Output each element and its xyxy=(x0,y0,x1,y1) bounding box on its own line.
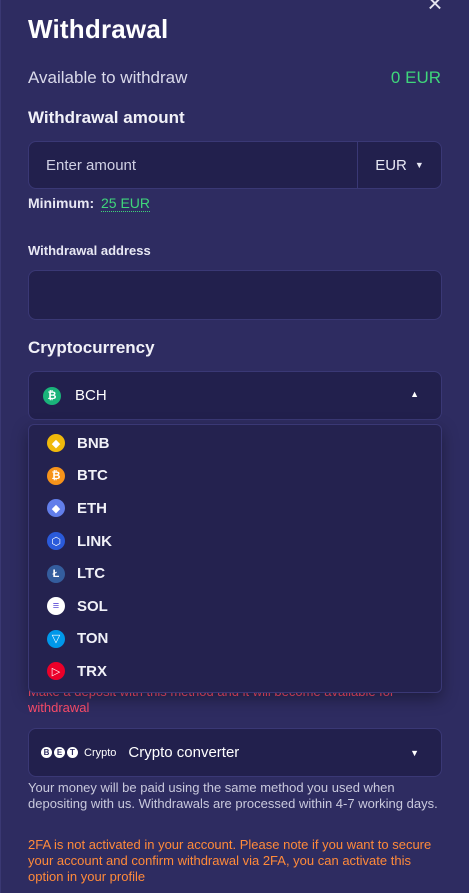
payout-info-text: Your money will be paid using the same m… xyxy=(28,780,438,811)
bch-coin-icon: ₿ xyxy=(43,386,61,405)
crypto-select[interactable]: ₿ BCH ▲ xyxy=(28,371,442,420)
crypto-option-trx[interactable]: ▷ TRX xyxy=(29,655,441,688)
converter-label: Crypto converter xyxy=(128,744,240,761)
btc-coin-icon: ₿ xyxy=(47,466,65,485)
crypto-option-label: LINK xyxy=(77,532,112,550)
crypto-option-label: TRX xyxy=(77,662,107,680)
bnb-coin-icon: ◆ xyxy=(47,434,65,453)
crypto-option-label: ETH xyxy=(77,499,107,517)
currency-value: EUR xyxy=(375,156,407,174)
crypto-option-ltc[interactable]: Ł LTC xyxy=(29,557,441,590)
cryptocurrency-label: Cryptocurrency xyxy=(28,338,155,357)
chevron-down-icon: ▼ xyxy=(410,748,419,758)
brand-word: Crypto xyxy=(84,746,117,759)
chevron-down-icon: ▼ xyxy=(414,160,424,170)
crypto-option-bnb[interactable]: ◆ BNB xyxy=(29,427,441,460)
brand-letter: E xyxy=(54,747,65,758)
crypto-option-eth[interactable]: ◆ ETH xyxy=(29,492,441,525)
ton-coin-icon: ▽ xyxy=(47,629,65,648)
link-coin-icon: ⬡ xyxy=(47,532,65,551)
crypto-option-sol[interactable]: ≡ SOL xyxy=(29,590,441,623)
withdrawal-address-label: Withdrawal address xyxy=(28,243,151,258)
crypto-option-link[interactable]: ⬡ LINK xyxy=(29,525,441,558)
twofa-warning-text: 2FA is not activated in your account. Pl… xyxy=(28,837,432,884)
withdrawal-amount-label: Withdrawal amount xyxy=(28,108,185,127)
chevron-up-icon: ▲ xyxy=(410,389,419,399)
bet-crypto-logo: B E T Crypto xyxy=(41,747,116,759)
crypto-dropdown-list: ◆ BNB ₿ BTC ◆ ETH ⬡ LINK Ł LTC ≡ SOL ▽ TON ▷ TRX xyxy=(28,424,442,693)
address-input[interactable] xyxy=(29,271,441,319)
crypto-option-label: BNB xyxy=(77,434,110,452)
address-field xyxy=(28,270,442,320)
amount-field: EUR ▼ xyxy=(28,141,442,189)
crypto-option-label: TON xyxy=(77,630,109,648)
converter-select-head[interactable]: B E T Crypto Crypto converter xyxy=(29,729,441,776)
amount-input[interactable] xyxy=(29,142,359,188)
available-value: 0 EUR xyxy=(390,68,441,87)
close-icon[interactable]: × xyxy=(423,0,447,16)
sol-coin-icon: ≡ xyxy=(47,597,65,616)
currency-select[interactable]: EUR ▼ xyxy=(357,142,441,188)
crypto-option-btc[interactable]: ₿ BTC xyxy=(29,460,441,493)
brand-letter: B xyxy=(41,747,52,758)
minimum-row: Minimum: 25 EUR xyxy=(28,195,151,212)
crypto-selected-value: BCH xyxy=(75,387,107,404)
minimum-label: Minimum: xyxy=(28,195,95,211)
ltc-coin-icon: Ł xyxy=(47,564,65,583)
crypto-option-label: LTC xyxy=(77,565,106,583)
crypto-select-head[interactable]: ₿ BCH ▲ xyxy=(29,372,441,419)
converter-select[interactable]: B E T Crypto Crypto converter ▼ xyxy=(28,728,442,777)
eth-coin-icon: ◆ xyxy=(47,499,65,518)
crypto-option-label: SOL xyxy=(77,597,108,615)
available-row: Available to withdraw 0 EUR xyxy=(28,68,441,88)
trx-coin-icon: ▷ xyxy=(47,662,65,681)
brand-letter: T xyxy=(67,747,78,758)
minimum-value[interactable]: 25 EUR xyxy=(101,195,151,212)
available-label: Available to withdraw xyxy=(28,68,188,87)
page-title: Withdrawal xyxy=(28,14,169,44)
withdrawal-modal: × Withdrawal Available to withdraw 0 EUR… xyxy=(0,0,469,893)
crypto-option-ton[interactable]: ▽ TON xyxy=(29,623,441,656)
crypto-option-label: BTC xyxy=(77,467,108,485)
